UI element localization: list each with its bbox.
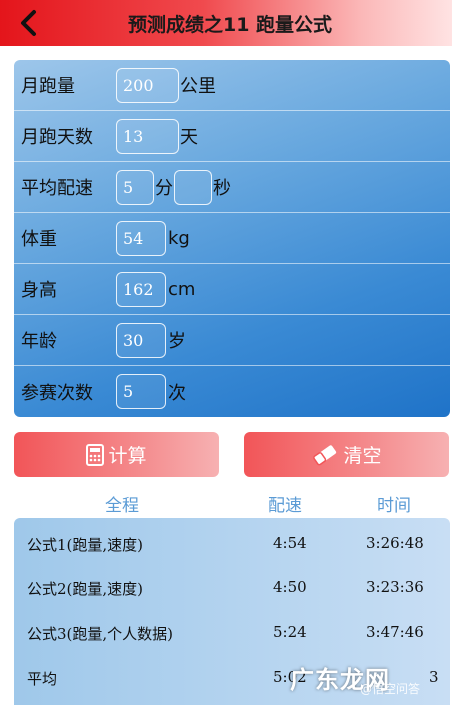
monthly-days-label: 月跑天数 — [21, 127, 93, 148]
result-time: 3:26:48 — [366, 534, 424, 552]
page-title: 预测成绩之11 跑量公式 — [127, 13, 333, 36]
calculate-button[interactable]: 计算 — [14, 432, 219, 477]
race-count-label: 参赛次数 — [21, 382, 93, 404]
age-input[interactable]: 30 — [116, 322, 166, 358]
race-count-input[interactable]: 5 — [116, 374, 166, 409]
result-row: 公式3(跑量,个人数据) 5:24 3:47:46 — [14, 613, 450, 653]
eraser-icon — [311, 444, 339, 466]
header-bar: 预测成绩之11 跑量公式 — [0, 0, 452, 46]
result-pace: 4:50 — [273, 578, 307, 596]
calculator-icon — [86, 443, 105, 466]
calculate-label: 计算 — [108, 445, 147, 467]
height-label: 身高 — [21, 280, 57, 301]
weight-input[interactable]: 54 — [116, 220, 166, 256]
row-race-count: 参赛次数 5 次 — [14, 366, 450, 417]
row-weight: 体重 54 kg — [14, 213, 450, 264]
monthly-days-unit: 天 — [180, 127, 198, 148]
header-pace: 配速 — [268, 496, 302, 516]
age-unit: 岁 — [168, 331, 186, 352]
watermark: 广东龙网 @悟空问答 — [290, 650, 452, 705]
result-row: 公式1(跑量,速度) 4:54 3:26:48 — [14, 524, 450, 564]
result-time: 3:47:46 — [366, 623, 424, 641]
result-pace: 5:24 — [273, 623, 307, 641]
result-name: 平均 — [27, 670, 58, 688]
result-name: 公式3(跑量,个人数据) — [27, 625, 174, 643]
header-time: 时间 — [377, 496, 411, 516]
header-distance: 全程 — [105, 496, 139, 516]
monthly-distance-label: 月跑量 — [21, 76, 75, 97]
pace-minutes-input[interactable]: 5 — [116, 169, 154, 205]
pace-minutes-unit: 分 — [155, 178, 173, 199]
monthly-distance-input[interactable]: 200 — [116, 67, 179, 103]
row-avg-pace: 平均配速 5 分 秒 — [14, 162, 450, 213]
weight-label: 体重 — [21, 229, 57, 250]
pace-seconds-input[interactable] — [174, 169, 212, 205]
watermark-sub: @悟空问答 — [360, 682, 421, 696]
result-name: 公式1(跑量,速度) — [27, 536, 144, 554]
row-monthly-days: 月跑天数 13 天 — [14, 111, 450, 162]
clear-label: 清空 — [343, 445, 382, 467]
monthly-days-input[interactable]: 13 — [116, 118, 179, 154]
result-name: 公式2(跑量,速度) — [27, 580, 144, 598]
back-button[interactable] — [12, 6, 46, 40]
result-pace: 4:54 — [273, 534, 307, 552]
input-form: 月跑量 200 公里 月跑天数 13 天 平均配速 5 分 秒 体重 54 kg… — [14, 60, 450, 417]
row-age: 年龄 30 岁 — [14, 315, 450, 366]
age-label: 年龄 — [21, 331, 57, 352]
avg-pace-label: 平均配速 — [21, 178, 93, 199]
row-monthly-distance: 月跑量 200 公里 — [14, 60, 450, 111]
result-time: 3:23:36 — [366, 578, 424, 596]
pace-seconds-unit: 秒 — [213, 178, 231, 199]
race-count-unit: 次 — [168, 382, 186, 404]
height-input[interactable]: 162 — [116, 271, 166, 307]
height-unit: cm — [168, 278, 196, 300]
row-height: 身高 162 cm — [14, 264, 450, 315]
chevron-left-icon — [21, 10, 36, 36]
weight-unit: kg — [168, 227, 190, 249]
monthly-distance-unit: 公里 — [180, 76, 216, 97]
clear-button[interactable]: 清空 — [244, 432, 449, 477]
result-row: 公式2(跑量,速度) 4:50 3:23:36 — [14, 568, 450, 608]
